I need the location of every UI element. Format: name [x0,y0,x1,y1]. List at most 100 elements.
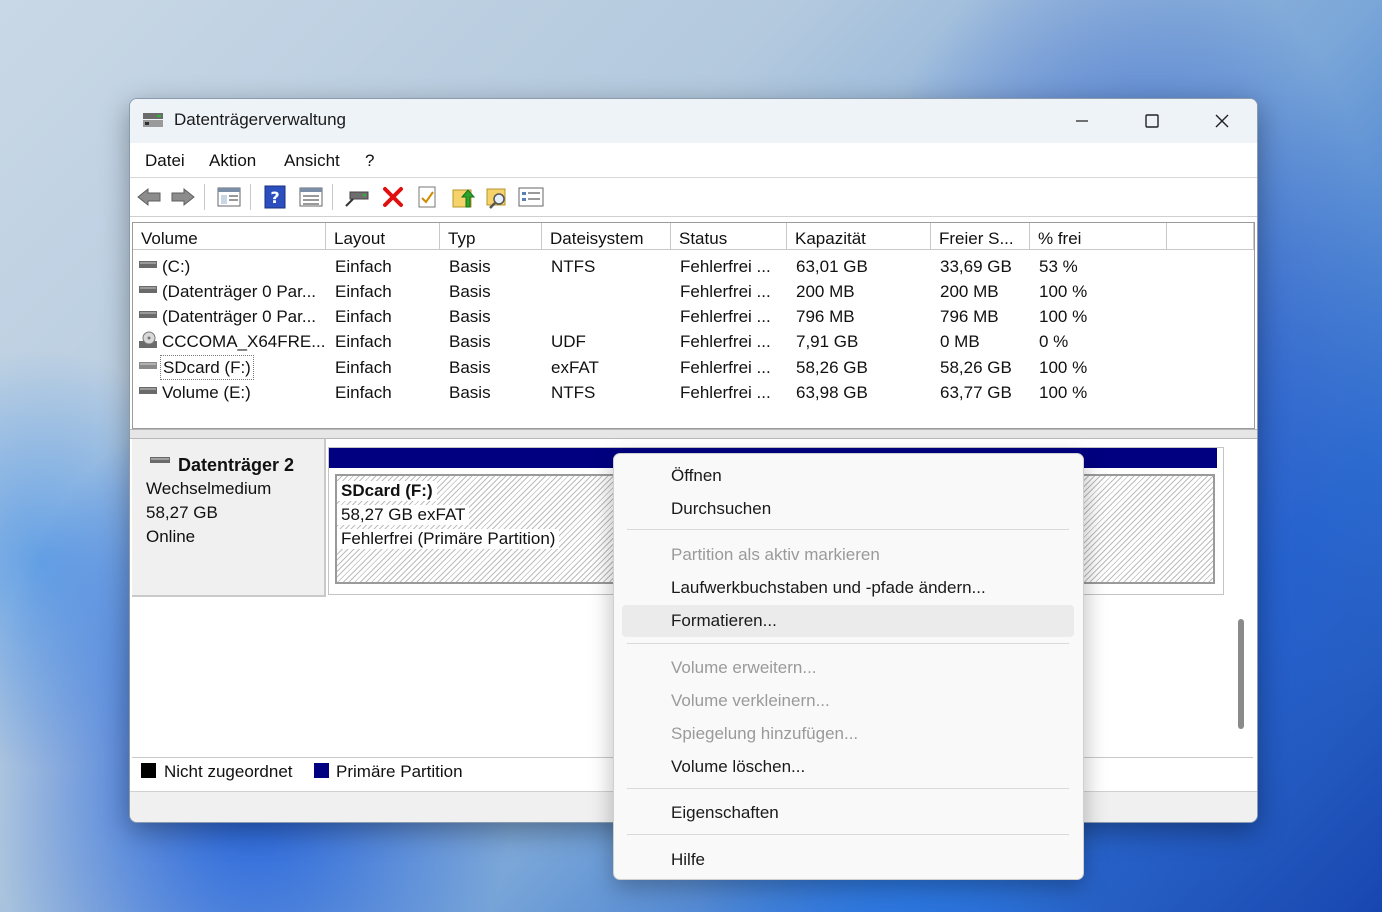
column-header-prozent-frei[interactable]: % frei [1030,223,1167,250]
volume-status: Fehlerfrei ... [680,307,771,326]
menu-item-oeffnen[interactable]: Öffnen [622,460,1074,492]
volume-filesystem: NTFS [551,257,596,276]
volume-icon [139,362,157,369]
partition-name: SDcard (F:) [337,481,437,501]
volume-status: Fehlerfrei ... [680,282,771,301]
volume-type: Basis [449,307,491,326]
legend-swatch-primary [314,763,329,778]
volume-percent-free: 100 % [1039,282,1088,301]
menu-item-eigenschaften[interactable]: Eigenschaften [622,797,1074,829]
column-header-status[interactable]: Status [671,223,787,250]
volume-status: Fehlerfrei ... [680,358,771,377]
forward-button[interactable] [170,184,196,210]
column-header-dateisystem[interactable]: Dateisystem [542,223,671,250]
table-row[interactable]: (C:) Einfach Basis NTFS Fehlerfrei ... 6… [133,254,1254,279]
scrollbar-thumb[interactable] [1238,619,1244,729]
disk-name: Datenträger 2 [178,455,295,475]
close-button[interactable] [1187,99,1257,143]
table-row[interactable]: Volume (E:) Einfach Basis NTFS Fehlerfre… [133,380,1254,405]
volume-name: (C:) [162,257,191,276]
volume-free-space: 200 MB [940,282,999,301]
table-row[interactable]: (Datenträger 0 Par... Einfach Basis Fehl… [133,279,1254,304]
disk-info-panel[interactable]: Datenträger 2 Wechselmedium 58,27 GB Onl… [132,439,326,597]
volume-type: Basis [449,358,491,377]
volume-layout: Einfach [335,307,392,326]
volume-percent-free: 100 % [1039,383,1088,402]
window-title: Datenträgerverwaltung [174,110,346,129]
volume-type: Basis [449,282,491,301]
menu-item-hilfe[interactable]: Hilfe [622,844,1074,876]
column-header-kapazitaet[interactable]: Kapazität [787,223,931,250]
volume-name: (Datenträger 0 Par... [162,282,317,301]
console-tree-button[interactable] [216,184,242,210]
view-button[interactable] [298,184,324,210]
minimize-icon [1076,120,1088,122]
partition-size-fs: 58,27 GB exFAT [337,505,470,525]
menu-bar: Datei Aktion Ansicht ? [130,143,1257,178]
column-header-freier-speicher[interactable]: Freier S... [931,223,1030,250]
menu-item-change-drive-letter[interactable]: Laufwerkbuchstaben und -pfade ändern... [622,572,1074,604]
menu-separator [627,529,1069,530]
volume-layout: Einfach [335,257,392,276]
volume-layout: Einfach [335,282,392,301]
title-bar[interactable]: Datenträgerverwaltung [130,99,1257,143]
check-button[interactable] [414,184,440,210]
back-button[interactable] [136,184,162,210]
table-row-selected[interactable]: SDcard (F:) Einfach Basis exFAT Fehlerfr… [133,355,1254,380]
volume-percent-free: 53 % [1039,257,1078,276]
volume-list: Volume Layout Typ Dateisystem Status Kap… [132,222,1255,429]
column-header-volume[interactable]: Volume [133,223,326,250]
volume-layout: Einfach [335,358,392,377]
volume-free-space: 58,26 GB [940,358,1012,377]
menu-item-durchsuchen[interactable]: Durchsuchen [622,493,1074,525]
volume-status: Fehlerfrei ... [680,383,771,402]
menu-item-add-mirror[interactable]: Spiegelung hinzufügen... [622,718,1074,750]
volume-free-space: 33,69 GB [940,257,1012,276]
toolbar-separator [332,184,333,210]
table-row[interactable]: CCCOMA_X64FRE... Einfach Basis UDF Fehle… [133,329,1254,354]
maximize-button[interactable] [1117,99,1187,143]
pane-splitter[interactable] [130,429,1257,439]
volume-capacity: 796 MB [796,307,855,326]
volume-name: SDcard (F:) [160,355,254,380]
volume-name: Volume (E:) [162,383,251,402]
menu-item-mark-active[interactable]: Partition als aktiv markieren [622,539,1074,571]
volume-icon [139,286,157,293]
svg-text:?: ? [270,188,279,207]
properties-icon [518,187,544,207]
menu-item-delete-volume[interactable]: Volume löschen... [622,751,1074,783]
menu-item-formatieren[interactable]: Formatieren... [622,605,1074,637]
volume-filesystem: exFAT [551,358,599,377]
volume-capacity: 63,01 GB [796,257,868,276]
properties-button[interactable] [518,184,544,210]
menu-ansicht[interactable]: Ansicht [284,151,340,171]
legend-unallocated: Nicht zugeordnet [164,762,293,781]
context-menu: Öffnen Durchsuchen Partition als aktiv m… [613,453,1084,880]
legend-swatch-unallocated [141,763,156,778]
table-row[interactable]: (Datenträger 0 Par... Einfach Basis Fehl… [133,304,1254,329]
connect-drive-button[interactable] [344,184,370,210]
minimize-button[interactable] [1047,99,1117,143]
volume-name: (Datenträger 0 Par... [162,307,317,326]
help-button[interactable]: ? [262,184,288,210]
column-header-typ[interactable]: Typ [440,223,542,250]
folder-up-button[interactable] [450,184,476,210]
volume-capacity: 7,91 GB [796,332,859,351]
close-icon [1215,114,1229,128]
menu-help[interactable]: ? [365,151,374,171]
volume-icon [139,387,157,394]
menu-item-shrink-volume[interactable]: Volume verkleinern... [622,685,1074,717]
volume-percent-free: 100 % [1039,307,1088,326]
delete-button[interactable] [380,184,406,210]
menu-aktion[interactable]: Aktion [209,151,256,171]
disk-management-app-icon [143,113,163,127]
folder-search-button[interactable] [484,184,510,210]
menu-item-extend-volume[interactable]: Volume erweitern... [622,652,1074,684]
optical-disc-icon [139,331,157,348]
menu-datei[interactable]: Datei [145,151,185,171]
volume-free-space: 0 MB [940,332,980,351]
partition-status: Fehlerfrei (Primäre Partition) [337,529,560,549]
disk-size: 58,27 GB [146,503,218,522]
removable-disk-icon [150,457,170,463]
column-header-layout[interactable]: Layout [326,223,440,250]
